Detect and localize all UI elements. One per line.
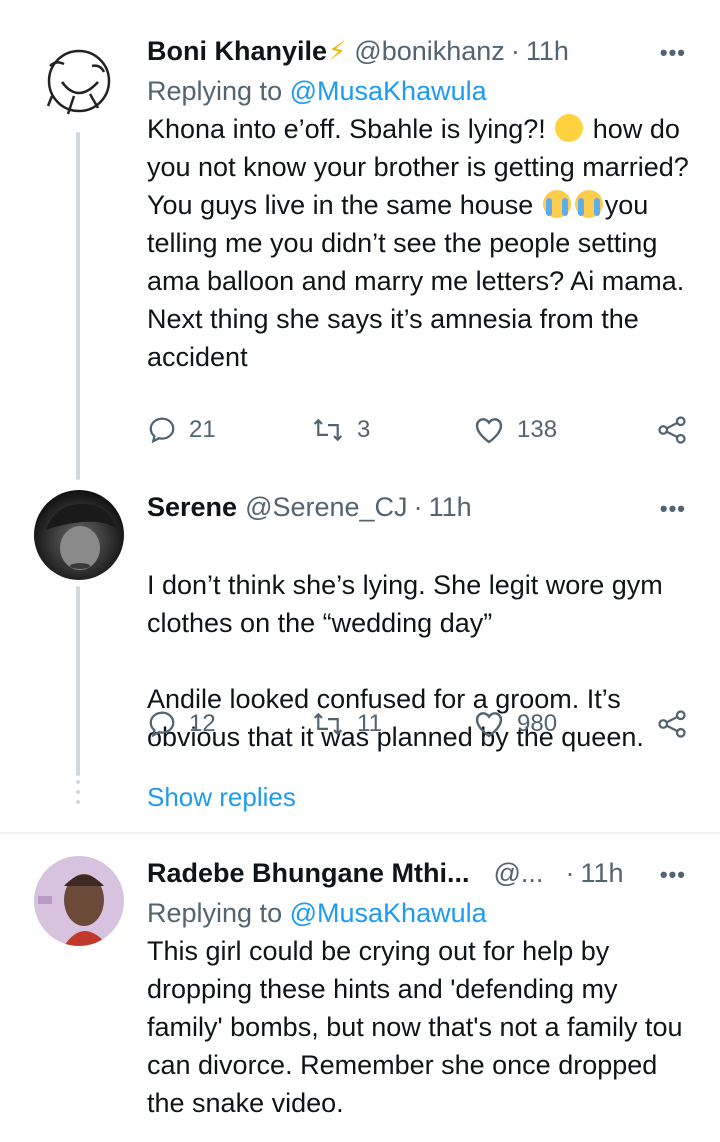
replying-prefix: Replying to — [147, 898, 283, 928]
reply-icon — [149, 711, 175, 738]
display-name[interactable]: Serene — [147, 492, 237, 523]
display-name[interactable]: Boni Khanyile — [147, 36, 327, 67]
thread-line — [76, 586, 80, 776]
tweet-text: This girl could be crying out for help b… — [147, 936, 683, 1118]
tweet-boni[interactable]: Boni Khanyile ⚡ @bonikhanz · 11h ••• Rep… — [0, 0, 720, 480]
retweet-icon — [313, 418, 343, 442]
heart-icon — [475, 418, 503, 444]
reply-icon — [149, 417, 175, 444]
tweet-radebe[interactable]: Radebe Bhungane Mthi... @... · 11h ••• R… — [0, 834, 720, 1142]
person-photo — [46, 503, 116, 570]
reply-button[interactable]: 12 — [147, 709, 216, 739]
tweet-actions: 12 11 980 — [147, 704, 692, 744]
reply-count: 12 — [189, 710, 216, 737]
username[interactable]: @... — [494, 858, 544, 889]
timestamp[interactable]: 11h — [429, 492, 472, 523]
avatar-serene[interactable] — [34, 490, 124, 580]
tweet-actions: 21 3 138 — [147, 410, 692, 450]
thread-line — [76, 132, 80, 480]
separator-dot: · — [413, 492, 423, 522]
share-button[interactable] — [655, 709, 689, 739]
retweet-button[interactable]: 3 — [311, 415, 370, 445]
like-count: 980 — [517, 710, 558, 737]
like-button[interactable]: 980 — [473, 709, 557, 739]
more-icon[interactable]: ••• — [660, 40, 686, 66]
replying-to: Replying to @MusaKhawula — [147, 72, 692, 110]
tweet-header: Radebe Bhungane Mthi... @... · 11h — [147, 858, 692, 894]
tweet-header: Boni Khanyile ⚡ @bonikhanz · 11h — [147, 36, 692, 72]
display-name[interactable]: Radebe Bhungane Mthi... — [147, 858, 470, 889]
person-photo — [38, 874, 108, 946]
replying-to-link[interactable]: @MusaKhawula — [290, 898, 487, 928]
retweet-button[interactable]: 11 — [311, 709, 382, 739]
retweet-count: 3 — [357, 416, 371, 443]
separator-dot: · — [565, 858, 575, 888]
replying-to: Replying to @MusaKhawula — [147, 894, 692, 932]
show-replies-link[interactable]: Show replies — [147, 782, 296, 813]
thread-dots — [76, 780, 80, 810]
more-icon[interactable]: ••• — [660, 496, 686, 522]
avatar-radebe[interactable] — [34, 856, 124, 946]
timestamp[interactable]: 11h — [526, 36, 569, 67]
smiley-doodle-avatar — [46, 49, 111, 115]
melting-face-emoji — [555, 114, 584, 142]
share-icon — [658, 710, 686, 738]
tweet-text: I don’t think she’s lying. She legit wor… — [147, 528, 692, 794]
more-icon[interactable]: ••• — [660, 862, 686, 888]
reply-button[interactable]: 21 — [147, 415, 216, 445]
reply-count: 21 — [189, 416, 216, 443]
lightning-icon: ⚡ — [328, 36, 347, 66]
retweet-icon — [313, 712, 343, 736]
tweet-header: Serene @Serene_CJ · 11h — [147, 492, 692, 528]
username[interactable]: @bonikhanz — [354, 36, 505, 67]
tweet-text: Khona into e’off. Sbahle is lying?! how … — [147, 110, 692, 376]
tweet-text-line: I don’t think she’s lying. She legit wor… — [147, 570, 663, 638]
replying-to-link[interactable]: @MusaKhawula — [290, 76, 487, 106]
like-count: 138 — [517, 416, 558, 443]
crying-face-emoji — [574, 190, 603, 218]
retweet-count: 11 — [357, 710, 382, 737]
avatar-boni[interactable] — [34, 36, 124, 126]
separator-dot: · — [510, 36, 520, 66]
timestamp[interactable]: 11h — [580, 858, 623, 889]
tweet-serene[interactable]: Serene @Serene_CJ · 11h ••• I don’t thin… — [0, 480, 720, 830]
tweet-text-part: Khona into e’off. Sbahle is lying?! — [147, 114, 554, 144]
share-icon — [658, 416, 686, 444]
replying-prefix: Replying to — [147, 76, 283, 106]
crying-face-emoji — [542, 190, 571, 218]
heart-icon — [475, 712, 503, 738]
username[interactable]: @Serene_CJ — [245, 492, 408, 523]
like-button[interactable]: 138 — [473, 415, 557, 445]
share-button[interactable] — [655, 415, 689, 445]
